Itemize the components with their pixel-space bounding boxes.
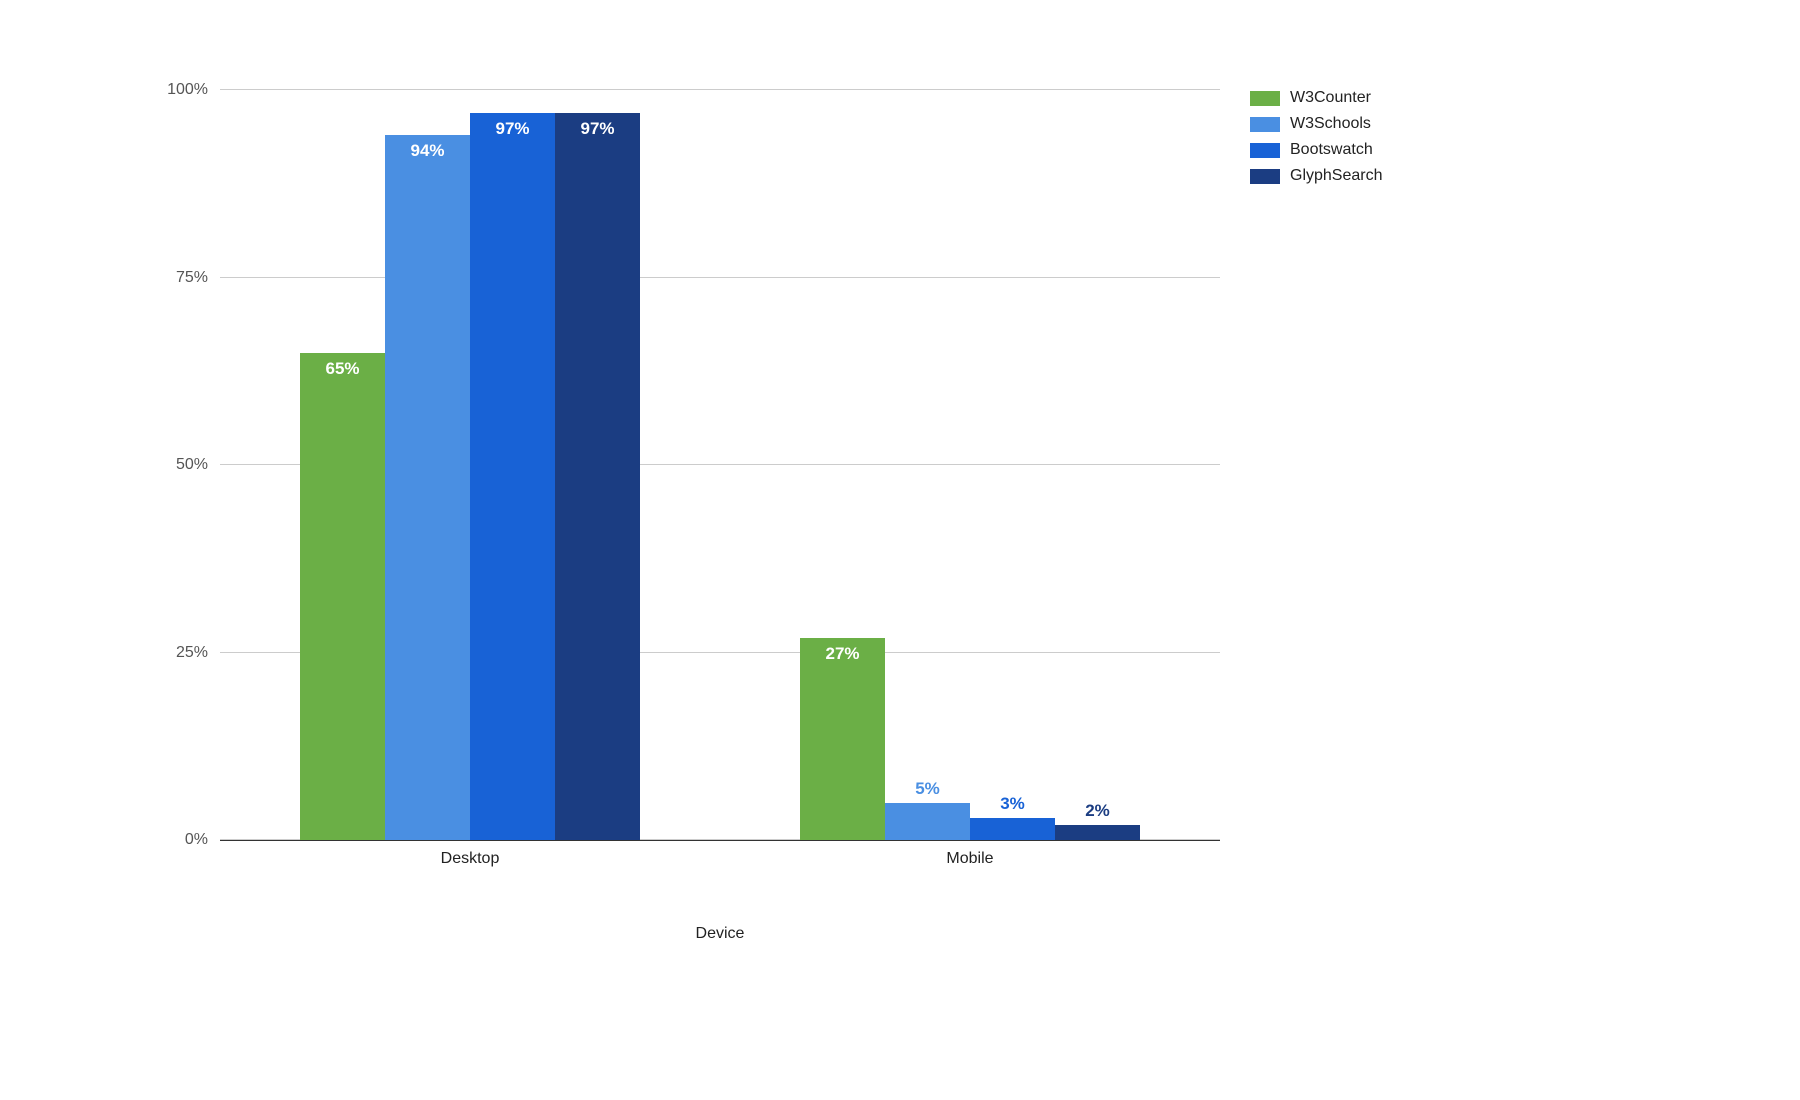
- legend-item: GlyphSearch: [1250, 163, 1383, 189]
- legend-label: W3Counter: [1290, 89, 1371, 107]
- y-tick-label: 100%: [167, 81, 220, 99]
- bar-group: 27%5%3%2%Mobile: [720, 90, 1220, 840]
- bar-value-label: 65%: [300, 359, 385, 379]
- legend-swatch: [1250, 169, 1280, 184]
- y-tick-label: 75%: [176, 269, 220, 287]
- x-axis-title: Device: [220, 925, 1220, 943]
- bar-value-label: 27%: [800, 644, 885, 664]
- bar-value-label: 2%: [1055, 801, 1140, 821]
- y-tick-label: 25%: [176, 644, 220, 662]
- plot-area: 0%25%50%75%100%65%94%97%97%Desktop27%5%3…: [220, 90, 1220, 841]
- legend-swatch: [1250, 117, 1280, 132]
- bar-value-label: 97%: [555, 119, 640, 139]
- category-label: Desktop: [441, 850, 500, 868]
- legend-swatch: [1250, 143, 1280, 158]
- bar-value-label: 3%: [970, 794, 1055, 814]
- bar: 27%: [800, 638, 885, 841]
- legend-item: Bootswatch: [1250, 137, 1383, 163]
- y-tick-label: 0%: [185, 831, 220, 849]
- bar: 97%: [555, 113, 640, 841]
- bar-group: 65%94%97%97%Desktop: [220, 90, 720, 840]
- y-tick-label: 50%: [176, 456, 220, 474]
- legend-label: Bootswatch: [1290, 141, 1373, 159]
- bar: 3%: [970, 818, 1055, 841]
- legend-item: W3Counter: [1250, 85, 1383, 111]
- legend-label: GlyphSearch: [1290, 167, 1383, 185]
- chart: 0%25%50%75%100%65%94%97%97%Desktop27%5%3…: [50, 30, 1500, 930]
- legend: W3Counter W3Schools Bootswatch GlyphSearch: [1250, 85, 1383, 189]
- legend-item: W3Schools: [1250, 111, 1383, 137]
- bar: 65%: [300, 353, 385, 841]
- bar: 97%: [470, 113, 555, 841]
- bar: 2%: [1055, 825, 1140, 840]
- bar-value-label: 97%: [470, 119, 555, 139]
- bar-value-label: 94%: [385, 141, 470, 161]
- legend-label: W3Schools: [1290, 115, 1371, 133]
- bar: 94%: [385, 135, 470, 840]
- bar: 5%: [885, 803, 970, 841]
- legend-swatch: [1250, 91, 1280, 106]
- bar-value-label: 5%: [885, 779, 970, 799]
- category-label: Mobile: [946, 850, 993, 868]
